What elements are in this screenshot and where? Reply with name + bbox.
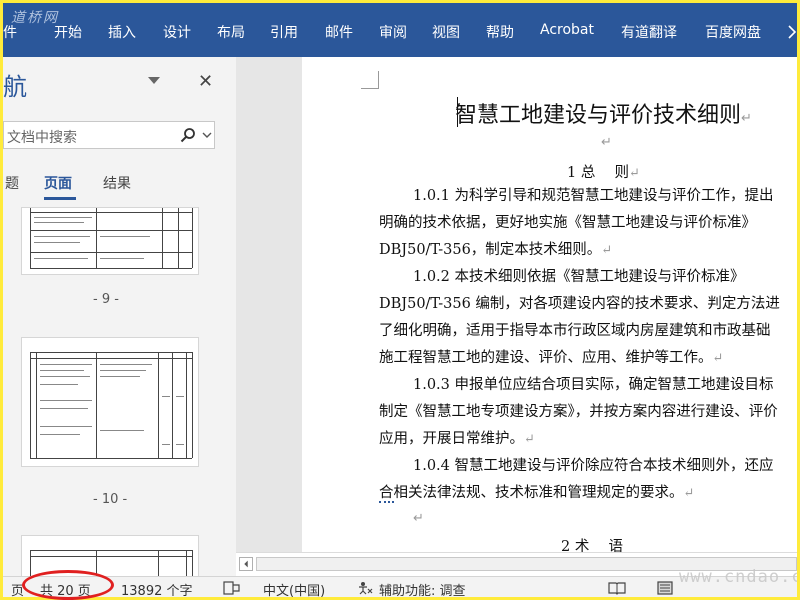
word-count[interactable]: 13892 个字 [121, 580, 193, 597]
paragraph-1-0-1-line: 1.0.1 为科学引导和规范智慧工地建设与评价工作，提出 [413, 188, 774, 204]
search-icon[interactable] [180, 127, 196, 143]
menu-insert[interactable]: 插入 [108, 22, 136, 42]
document-title: 智慧工地建设与评价技术细则↵ [455, 103, 752, 128]
language-indicator[interactable]: 中文(中国) [263, 580, 325, 597]
active-tab-indicator [44, 197, 76, 200]
nav-options-chevron-icon[interactable] [148, 77, 160, 85]
thumbnail-page-label: - 9 - [93, 292, 119, 307]
scroll-left-icon[interactable] [239, 557, 253, 571]
paragraph-1-0-3-line: 1.0.3 申报单位应结合项目实际，确定智慧工地建设目标 [413, 377, 774, 393]
thumbnail-page-label: - 10 - [93, 492, 128, 507]
paragraph-1-0-2-line: 施工程智慧工地的建设、评价、应用、维护等工作。↵ [379, 350, 724, 366]
tab-results[interactable]: 结果 [103, 173, 131, 193]
read-mode-icon[interactable] [608, 581, 626, 595]
paragraph-1-0-3-line: 应用，开展日常维护。↵ [379, 431, 535, 447]
document-page[interactable]: 智慧工地建设与评价技术细则↵ ↵ 1 总 则↵ 1.0.1 为科学引导和规范智慧… [303, 57, 797, 552]
menu-review[interactable]: 审阅 [379, 22, 407, 42]
chevron-down-icon[interactable] [202, 132, 212, 138]
menu-references[interactable]: 引用 [270, 22, 298, 42]
menu-youdao-translate[interactable]: 有道翻译 [621, 22, 677, 42]
search-placeholder: 文档中搜索 [7, 130, 77, 146]
close-icon[interactable]: ✕ [198, 71, 213, 92]
text-cursor [457, 97, 458, 127]
menu-home[interactable]: 开始 [54, 22, 82, 42]
menu-help[interactable]: 帮助 [486, 22, 514, 42]
menu-file[interactable]: 件 [3, 22, 17, 42]
accessibility-status[interactable]: 辅助功能: 调查 [379, 580, 466, 597]
page-thumbnail-10[interactable] [21, 337, 199, 467]
menu-layout[interactable]: 布局 [217, 22, 245, 42]
menu-design[interactable]: 设计 [163, 22, 191, 42]
section-heading-2: 2 术 语 [561, 539, 623, 552]
watermark-url: www.cndao.com [679, 567, 797, 587]
tab-pages[interactable]: 页面 [44, 173, 72, 193]
paragraph-1-0-1-line: 明确的技术依据，更好地实施《智慧工地建设与评价标准》 [379, 215, 756, 231]
print-layout-icon[interactable] [656, 581, 674, 595]
highlight-circle [22, 570, 114, 600]
menu-acrobat[interactable]: Acrobat [540, 22, 594, 38]
paragraph-1-0-2-line: 1.0.2 本技术细则依据《智慧工地建设与评价标准》 [413, 269, 745, 285]
document-gutter [236, 57, 302, 577]
page-thumbnail-9[interactable] [21, 207, 199, 275]
page-corner-mark [361, 71, 379, 89]
word-window: 道桥网 件 开始 插入 设计 布局 引用 邮件 审阅 视图 帮助 Acrobat… [3, 3, 797, 597]
page-thumbnails: - 9 - - 10 - [3, 207, 236, 577]
watermark-logo: 道桥网 [11, 10, 59, 26]
tab-headings[interactable]: 题 [5, 173, 19, 193]
paragraph-1-0-3-line: 制定《智慧工地专项建设方案》，并按方案内容进行建设、评价 [379, 404, 778, 420]
menu-mailings[interactable]: 邮件 [325, 22, 353, 42]
status-bar: 页 共 20 页 13892 个字 中文(中国) 辅助功能: 调查 [3, 576, 797, 597]
accessibility-icon[interactable] [358, 581, 374, 595]
nav-pane-title: 航 [3, 73, 27, 101]
paragraph-mark: ↵ [601, 135, 612, 150]
ribbon-menu-bar: 道桥网 件 开始 插入 设计 布局 引用 邮件 审阅 视图 帮助 Acrobat… [3, 3, 797, 57]
nav-search-input[interactable]: 文档中搜索 [3, 121, 215, 149]
navigation-pane: 航 ✕ 文档中搜索 题 页面 结果 - 9 - - 10 - [3, 57, 236, 577]
menu-view[interactable]: 视图 [432, 22, 460, 42]
paragraph-1-0-2-line: DBJ50/T-356 编制，对各项建设内容的技术要求、判定方法进 [379, 296, 780, 312]
section-heading-1: 1 总 则↵ [567, 165, 640, 181]
paragraph-1-0-4-line: 1.0.4 智慧工地建设与评价除应符合本技术细则外，还应 [413, 458, 774, 474]
menu-baidu-netdisk[interactable]: 百度网盘 [705, 22, 761, 42]
ribbon-more-icon[interactable] [787, 25, 797, 39]
paragraph-mark: ↵ [413, 511, 424, 526]
paragraph-1-0-2-line: 了细化明确，适用于指导本市行政区域内房屋建筑和市政基础 [379, 323, 771, 339]
proofing-icon[interactable] [223, 581, 241, 595]
paragraph-1-0-1-line: DBJ50/T-356，制定本技术细则。↵ [379, 242, 613, 258]
paragraph-1-0-4-line: 合相关法律法规、技术标准和管理规定的要求。↵ [379, 485, 695, 503]
